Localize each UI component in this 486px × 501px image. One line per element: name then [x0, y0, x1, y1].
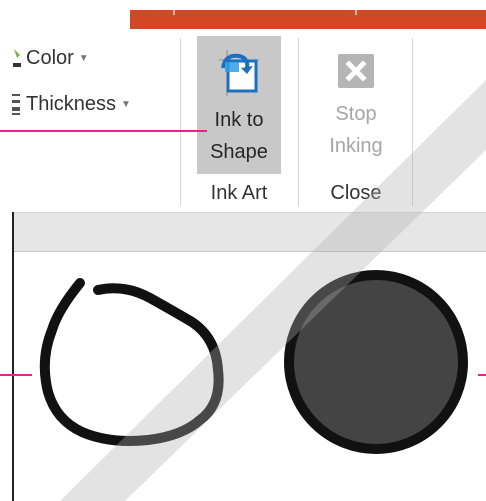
ink-to-shape-icon: [219, 50, 259, 96]
tab-separator: [173, 10, 175, 15]
slide-area-header-band: [12, 213, 486, 252]
color-label: Color: [26, 46, 74, 69]
converted-circle-shape[interactable]: [284, 270, 468, 454]
stop-inking-label-line2: Inking: [329, 135, 383, 157]
callout-line: [478, 374, 486, 376]
line-thickness-icon: [12, 94, 20, 115]
ink-art-group-label: Ink Art: [210, 182, 268, 204]
callout-line: [0, 374, 32, 376]
stop-inking-button[interactable]: Stop Inking: [315, 36, 397, 174]
callout-line: [0, 130, 207, 132]
stop-inking-label-line1: Stop: [335, 103, 377, 125]
tab-accent-bar: [130, 10, 486, 29]
ink-to-shape-label-line2: Shape: [210, 141, 268, 163]
ink-to-shape-label-line1: Ink to: [214, 109, 264, 131]
group-divider: [298, 38, 299, 206]
chevron-down-icon: ▼: [78, 52, 89, 64]
pen-color-icon: [13, 49, 21, 67]
chevron-down-icon: ▼: [121, 98, 131, 110]
slide-left-edge: [12, 212, 14, 501]
ink-to-shape-button[interactable]: Ink to Shape: [197, 36, 281, 174]
group-divider: [412, 38, 413, 206]
group-divider: [180, 38, 181, 206]
color-command[interactable]: Color ▼: [12, 44, 89, 72]
thickness-command[interactable]: Thickness ▼: [12, 90, 131, 118]
thickness-label: Thickness: [26, 92, 117, 115]
close-group-label: Close: [330, 182, 382, 204]
tab-separator: [355, 10, 357, 15]
close-x-icon: [338, 54, 374, 88]
freehand-ink-stroke[interactable]: [39, 278, 224, 446]
